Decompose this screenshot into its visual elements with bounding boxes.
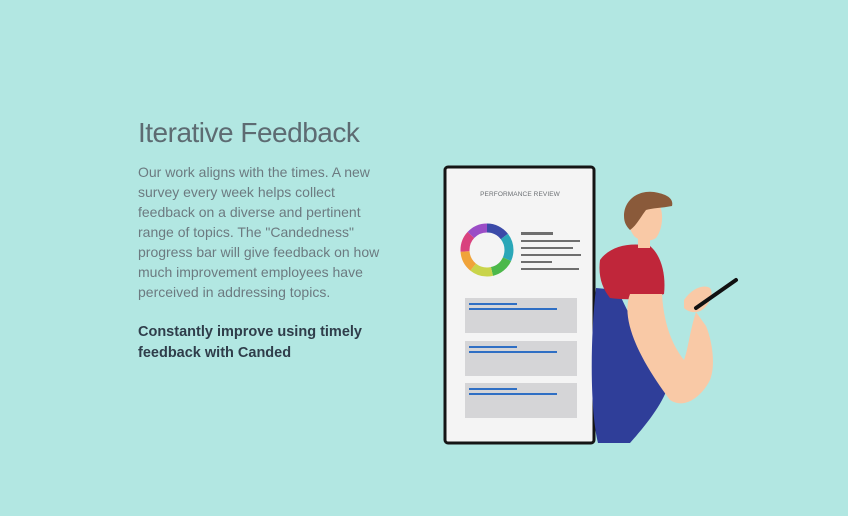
review-card: [465, 341, 577, 376]
review-card: [465, 298, 577, 333]
illustration-svg: PERFORMANCE REVIEW: [443, 165, 738, 445]
review-card: [465, 383, 577, 418]
feature-text-block: Iterative Feedback Our work aligns with …: [138, 116, 398, 364]
section-description: Our work aligns with the times. A new su…: [138, 164, 380, 300]
person-shirt: [599, 244, 665, 300]
section-title: Iterative Feedback: [138, 117, 360, 148]
screen-title: PERFORMANCE REVIEW: [480, 191, 561, 198]
phone-device: PERFORMANCE REVIEW: [443, 165, 596, 445]
performance-review-illustration: PERFORMANCE REVIEW: [440, 160, 750, 450]
section-tagline: Constantly improve using timely feedback…: [138, 324, 362, 361]
person-figure: [591, 191, 738, 443]
